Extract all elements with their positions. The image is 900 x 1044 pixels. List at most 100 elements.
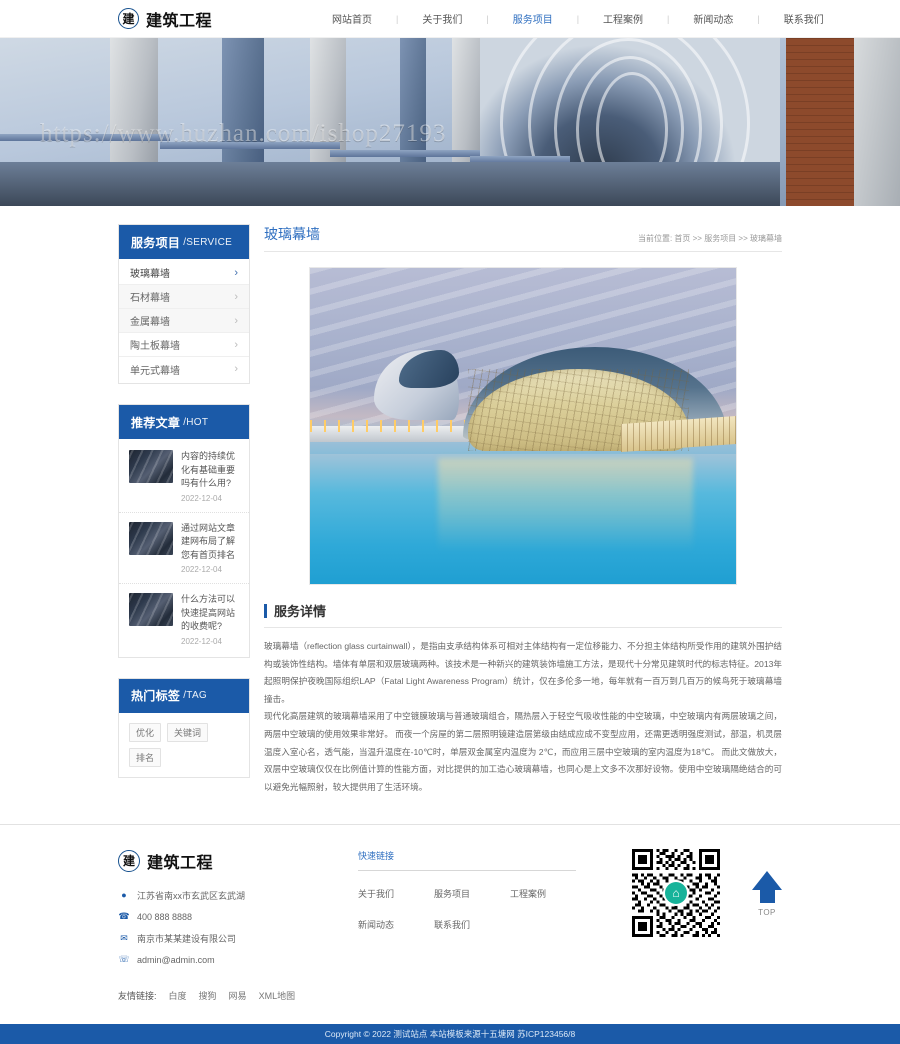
friend-links-label: 友情链接: — [118, 990, 157, 1001]
footer-link-service[interactable]: 服务项目 — [434, 887, 510, 900]
detail-body: 玻璃幕墙（reflection glass curtainwall），是指由支承… — [264, 638, 782, 796]
home-icon: ⌂ — [665, 881, 687, 904]
page-root: 建 建筑工程 网站首页 | 关于我们 | 服务项目 | 工程案例 | 新闻动态 … — [0, 0, 900, 1044]
footer-contact-phone: ☎ 400 888 8888 — [118, 911, 348, 923]
content-image-wrapper — [264, 267, 782, 585]
page-title: 玻璃幕墙 — [264, 226, 320, 242]
article-thumbnail — [129, 450, 173, 483]
tag-chip-optimization[interactable]: 优化 — [129, 722, 162, 742]
footer-contact-text: 南京市某某建设有限公司 — [137, 933, 237, 944]
detail-paragraph: 玻璃幕墙（reflection glass curtainwall），是指由支承… — [264, 641, 782, 704]
nav-item-news[interactable]: 新闻动态 — [691, 11, 735, 26]
site-logo[interactable]: 建 建筑工程 — [118, 7, 212, 31]
detail-accent-bar — [264, 603, 267, 618]
chevron-right-icon: › — [234, 290, 238, 303]
nav-item-contact[interactable]: 联系我们 — [782, 11, 826, 26]
widget-service-body: 玻璃幕墙 › 石材幕墙 › 金属幕墙 › 陶土板幕墙 › 单元式幕墙 › — [119, 259, 249, 383]
chevron-right-icon: › — [234, 338, 238, 351]
list-item[interactable]: 什么方法可以快速提高网站的收费呢? 2022-12-04 — [119, 584, 249, 655]
friend-link-baidu[interactable]: 白度 — [169, 989, 187, 1002]
sidebar-item-metal-curtainwall[interactable]: 金属幕墙 › — [119, 309, 249, 333]
footer-link-cases[interactable]: 工程案例 — [510, 887, 586, 900]
sidebar-item-terracotta-curtainwall[interactable]: 陶土板幕墙 › — [119, 333, 249, 357]
widget-hot-body: 内容的持续优化有基础重要吗有什么用? 2022-12-04 通过网站文章建网布局… — [119, 439, 249, 657]
article-thumbnail — [129, 521, 173, 555]
article-meta: 什么方法可以快速提高网站的收费呢? 2022-12-04 — [181, 593, 239, 646]
widget-tag-title-en: /TAG — [183, 690, 207, 701]
footer-contact-email: ☏ admin@admin.com — [118, 954, 348, 966]
nav-item-cases[interactable]: 工程案例 — [601, 11, 645, 26]
nav-item-about[interactable]: 关于我们 — [420, 11, 464, 26]
tag-chip-keyword[interactable]: 关键词 — [167, 722, 209, 742]
friend-link-xml-sitemap[interactable]: XML地图 — [259, 989, 296, 1002]
chevron-right-icon: › — [234, 363, 238, 375]
nav-separator: | — [757, 13, 760, 24]
sidebar-item-stone-curtainwall[interactable]: 石材幕墙 › — [119, 285, 249, 309]
list-item[interactable]: 内容的持续优化有基础重要吗有什么用? 2022-12-04 — [119, 441, 249, 513]
up-arrow-icon — [752, 870, 782, 890]
site-footer: 建 建筑工程 ● 江苏省南xx市玄武区玄武湖 ☎ 400 888 8888 ✉ … — [0, 823, 900, 1012]
friend-link-netease[interactable]: 网易 — [229, 989, 247, 1002]
widget-service-title-en: /SERVICE — [183, 236, 233, 248]
footer-contact-company: ✉ 南京市某某建设有限公司 — [118, 932, 348, 945]
article-thumbnail — [129, 593, 173, 626]
logo-badge-icon: 建 — [118, 849, 140, 872]
footer-link-contact[interactable]: 联系我们 — [434, 918, 510, 931]
main-navigation[interactable]: 网站首页 | 关于我们 | 服务项目 | 工程案例 | 新闻动态 | 联系我们 — [330, 11, 826, 27]
footer-qr-column: ⌂ TOP — [632, 848, 782, 937]
footer-contact-text: 400 888 8888 — [137, 911, 193, 922]
footer-link-news[interactable]: 新闻动态 — [358, 918, 434, 931]
hero-banner: https://www.huzhan.com/ishop27193 — [0, 38, 900, 206]
nav-item-service[interactable]: 服务项目 — [511, 11, 555, 26]
sidebar-item-label: 玻璃幕墙 — [130, 269, 170, 280]
footer-logo[interactable]: 建 建筑工程 — [118, 849, 348, 873]
phone-icon: ☎ — [118, 911, 130, 921]
friend-link-sogou[interactable]: 搜狗 — [199, 989, 217, 1002]
widget-hot-title: 推荐文章 — [131, 415, 181, 430]
widget-hot-title-en: /HOT — [183, 416, 209, 428]
telephone-icon: ☏ — [118, 954, 130, 964]
email-icon: ✉ — [120, 932, 128, 943]
nav-separator: | — [667, 13, 670, 24]
chevron-right-icon: › — [234, 314, 238, 327]
footer-contact-address: ● 江苏省南xx市玄武区玄武湖 — [118, 889, 348, 902]
copyright-bar: Copyright © 2022 测试站点 本站模板来源十五塘网 苏ICP123… — [0, 1023, 900, 1044]
banner-floor — [0, 162, 780, 206]
content-header: 玻璃幕墙 当前位置: 首页 >> 服务项目 >> 玻璃幕墙 — [264, 224, 782, 252]
banner-right-wall — [854, 38, 900, 206]
sidebar-item-label: 石材幕墙 — [130, 293, 170, 304]
article-meta: 内容的持续优化有基础重要吗有什么用? 2022-12-04 — [181, 450, 239, 503]
sidebar-item-glass-curtainwall[interactable]: 玻璃幕墙 › — [119, 261, 249, 285]
nav-separator: | — [396, 13, 399, 24]
widget-service-header: 服务项目 /SERVICE — [119, 225, 249, 259]
location-icon: ● — [121, 890, 127, 900]
back-to-top-label: TOP — [758, 907, 776, 917]
logo-text: 建筑工程 — [147, 854, 214, 872]
article-title: 内容的持续优化有基础重要吗有什么用? — [181, 451, 236, 488]
widget-service-title: 服务项目 — [131, 235, 181, 250]
main-area: 服务项目 /SERVICE 玻璃幕墙 › 石材幕墙 › 金属幕墙 › 陶土板幕墙… — [0, 206, 900, 798]
sidebar-item-label: 陶土板幕墙 — [130, 341, 180, 352]
article-date: 2022-12-04 — [181, 636, 222, 646]
back-to-top-button[interactable]: TOP — [752, 870, 782, 917]
qr-code: ⌂ — [632, 848, 720, 937]
widget-tag-header: 热门标签 /TAG — [119, 678, 249, 713]
widget-hot-tags: 热门标签 /TAG 优化 关键词 排名 — [118, 677, 250, 778]
footer-contact-text: admin@admin.com — [137, 954, 215, 965]
widget-tag-body: 优化 关键词 排名 — [119, 713, 249, 777]
sidebar: 服务项目 /SERVICE 玻璃幕墙 › 石材幕墙 › 金属幕墙 › 陶土板幕墙… — [118, 224, 250, 798]
service-hero-image — [309, 267, 737, 585]
breadcrumb[interactable]: 当前位置: 首页 >> 服务项目 >> 玻璃幕墙 — [638, 233, 782, 244]
logo-badge-icon: 建 — [118, 8, 139, 29]
tag-chip-ranking[interactable]: 排名 — [129, 747, 162, 767]
nav-item-home[interactable]: 网站首页 — [330, 11, 374, 26]
article-title: 通过网站文章建网布局了解您有首页排名 — [181, 522, 236, 560]
article-meta: 通过网站文章建网布局了解您有首页排名 2022-12-04 — [181, 522, 239, 575]
footer-link-about[interactable]: 关于我们 — [358, 887, 434, 900]
widget-hot-articles: 推荐文章 /HOT 内容的持续优化有基础重要吗有什么用? 2022-12-04 — [118, 404, 250, 658]
chevron-right-icon: › — [234, 266, 238, 279]
footer-top: 建 建筑工程 ● 江苏省南xx市玄武区玄武湖 ☎ 400 888 8888 ✉ … — [118, 848, 782, 975]
nav-separator: | — [486, 13, 489, 24]
list-item[interactable]: 通过网站文章建网布局了解您有首页排名 2022-12-04 — [119, 513, 249, 584]
sidebar-item-unitized-curtainwall[interactable]: 单元式幕墙 › — [119, 357, 249, 381]
